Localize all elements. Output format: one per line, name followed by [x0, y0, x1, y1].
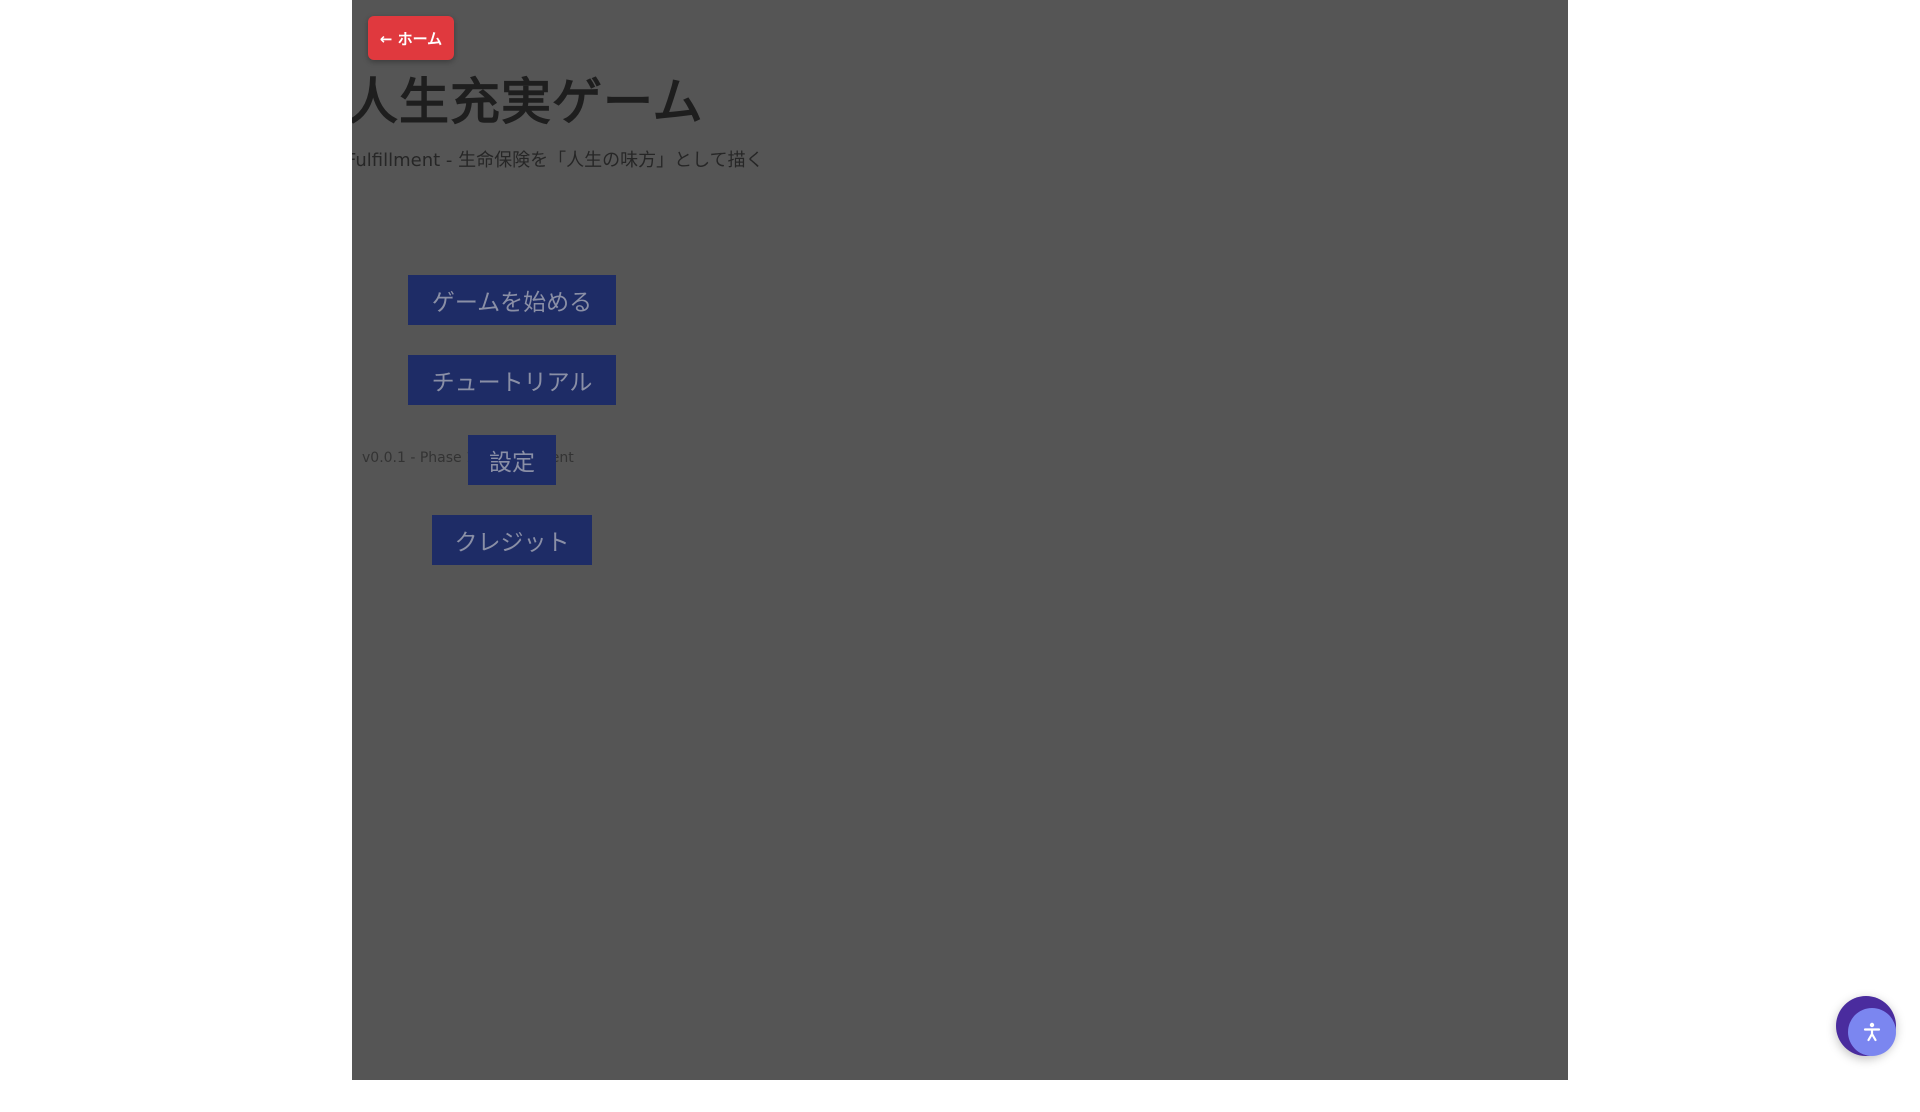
credits-button[interactable]: クレジット	[432, 515, 592, 565]
accessibility-fab-button[interactable]	[1836, 996, 1896, 1056]
settings-button[interactable]: 設定	[468, 435, 556, 485]
game-canvas: 人生充実ゲーム Fulfillment - 生命保険を「人生の味方」として描く …	[352, 0, 1568, 1080]
game-subtitle: Fulfillment - 生命保険を「人生の味方」として描く	[352, 150, 764, 171]
home-button[interactable]: ← ホーム	[368, 16, 454, 60]
tutorial-button[interactable]: チュートリアル	[408, 355, 616, 405]
game-title: 人生充実ゲーム	[352, 73, 704, 131]
accessibility-icon	[1848, 1008, 1896, 1056]
start-game-button[interactable]: ゲームを始める	[408, 275, 616, 325]
